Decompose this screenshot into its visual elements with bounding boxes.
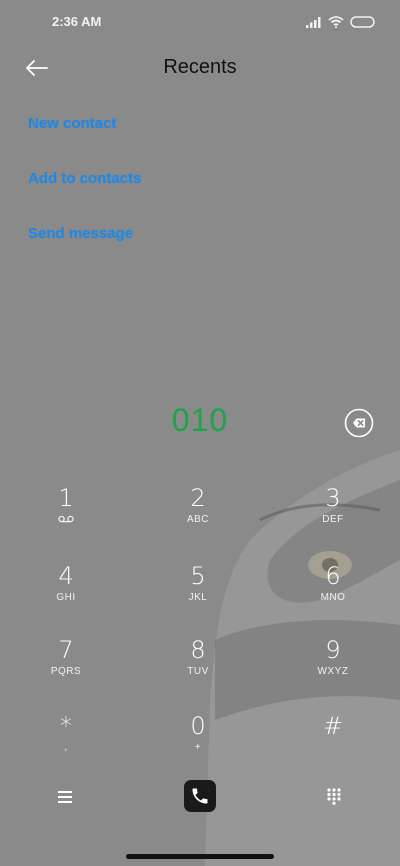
key-letters: JKL [188,592,208,603]
key-digit: 7 [58,636,74,664]
key-hash[interactable]: # [283,712,383,772]
key-letters: DEF [322,514,344,525]
action-list: New contact Add to contacts Send message [28,112,141,277]
menu-button[interactable] [54,786,76,808]
key-8[interactable]: 8 TUV [148,636,248,696]
key-0[interactable]: 0 + [148,712,248,772]
key-6[interactable]: 6 MNO [283,562,383,622]
bottom-bar [0,778,400,818]
add-to-contacts-link[interactable]: Add to contacts [28,167,141,222]
key-3[interactable]: 3 DEF [283,484,383,544]
backspace-icon [344,408,374,438]
key-9[interactable]: 9 WXYZ [283,636,383,696]
key-digit: # [322,712,344,740]
key-digit: 3 [325,484,341,512]
key-letters: ABC [186,514,210,525]
key-digit: 5 [190,562,206,590]
status-icons [306,15,376,29]
key-digit: 6 [325,562,341,590]
key-digit: * [60,712,72,740]
key-letters: PQRS [50,666,82,677]
page-title: Recents [163,56,237,78]
status-time: 2:36 AM [52,14,102,29]
dialpad-icon [327,788,341,805]
key-letters: + [194,742,202,753]
key-digit: 8 [190,636,206,664]
new-contact-link[interactable]: New contact [28,112,141,167]
wifi-icon [328,16,344,28]
key-digit: 9 [325,636,341,664]
send-message-link[interactable]: Send message [28,222,141,277]
status-bar: 2:36 AM [0,0,400,44]
key-5[interactable]: 5 JKL [148,562,248,622]
phone-icon [192,788,208,804]
key-letters: WXYZ [317,666,349,677]
key-star[interactable]: * , [16,712,116,772]
key-digit: 1 [58,484,74,512]
signal-icon [306,17,321,28]
home-indicator[interactable] [126,854,274,859]
voicemail-icon [58,515,74,523]
key-digit: 0 [190,712,206,740]
key-2[interactable]: 2 ABC [148,484,248,544]
backspace-button[interactable] [344,408,374,438]
dialpad-toggle-button[interactable] [324,786,344,806]
key-letters: , [64,742,68,753]
key-7[interactable]: 7 PQRS [16,636,116,696]
key-digit: 2 [190,484,206,512]
key-letters: MNO [320,592,346,603]
call-button[interactable] [184,780,216,812]
dialed-number: 010 [171,402,229,438]
key-letters: GHI [56,592,76,603]
key-digit: 4 [58,562,74,590]
key-letters: TUV [187,666,209,677]
header: Recents [0,48,400,88]
key-4[interactable]: 4 GHI [16,562,116,622]
key-1[interactable]: 1 [16,484,116,544]
battery-icon [350,16,375,28]
menu-icon [58,791,72,803]
